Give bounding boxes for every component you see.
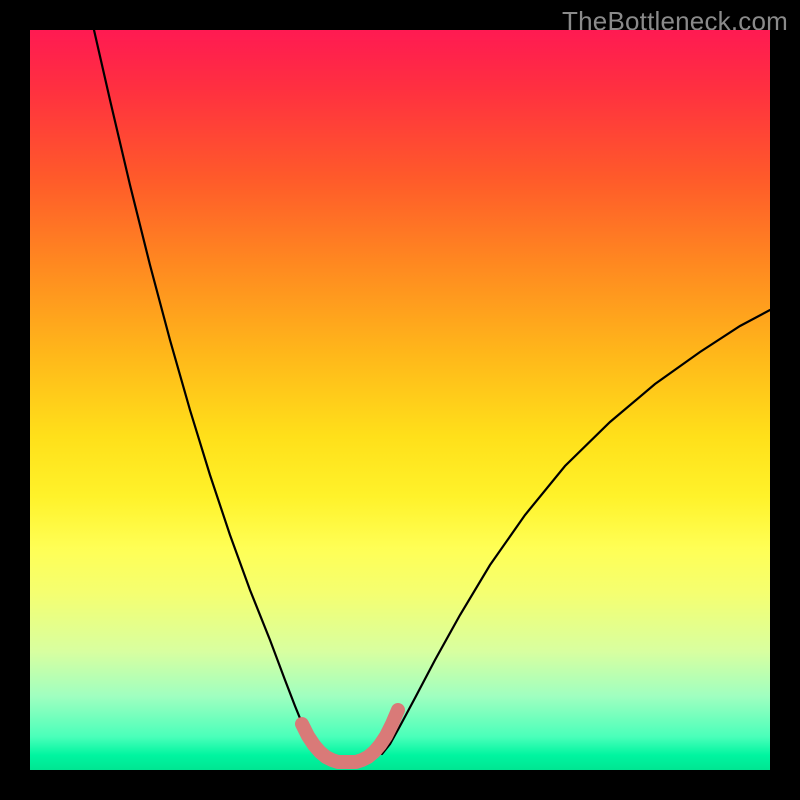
highlight-dip-line xyxy=(302,710,398,762)
left-branch-line xyxy=(94,30,320,754)
plot-area xyxy=(30,30,770,770)
curve-layer xyxy=(30,30,770,770)
right-branch-line xyxy=(382,310,770,754)
chart-stage: TheBottleneck.com xyxy=(0,0,800,800)
